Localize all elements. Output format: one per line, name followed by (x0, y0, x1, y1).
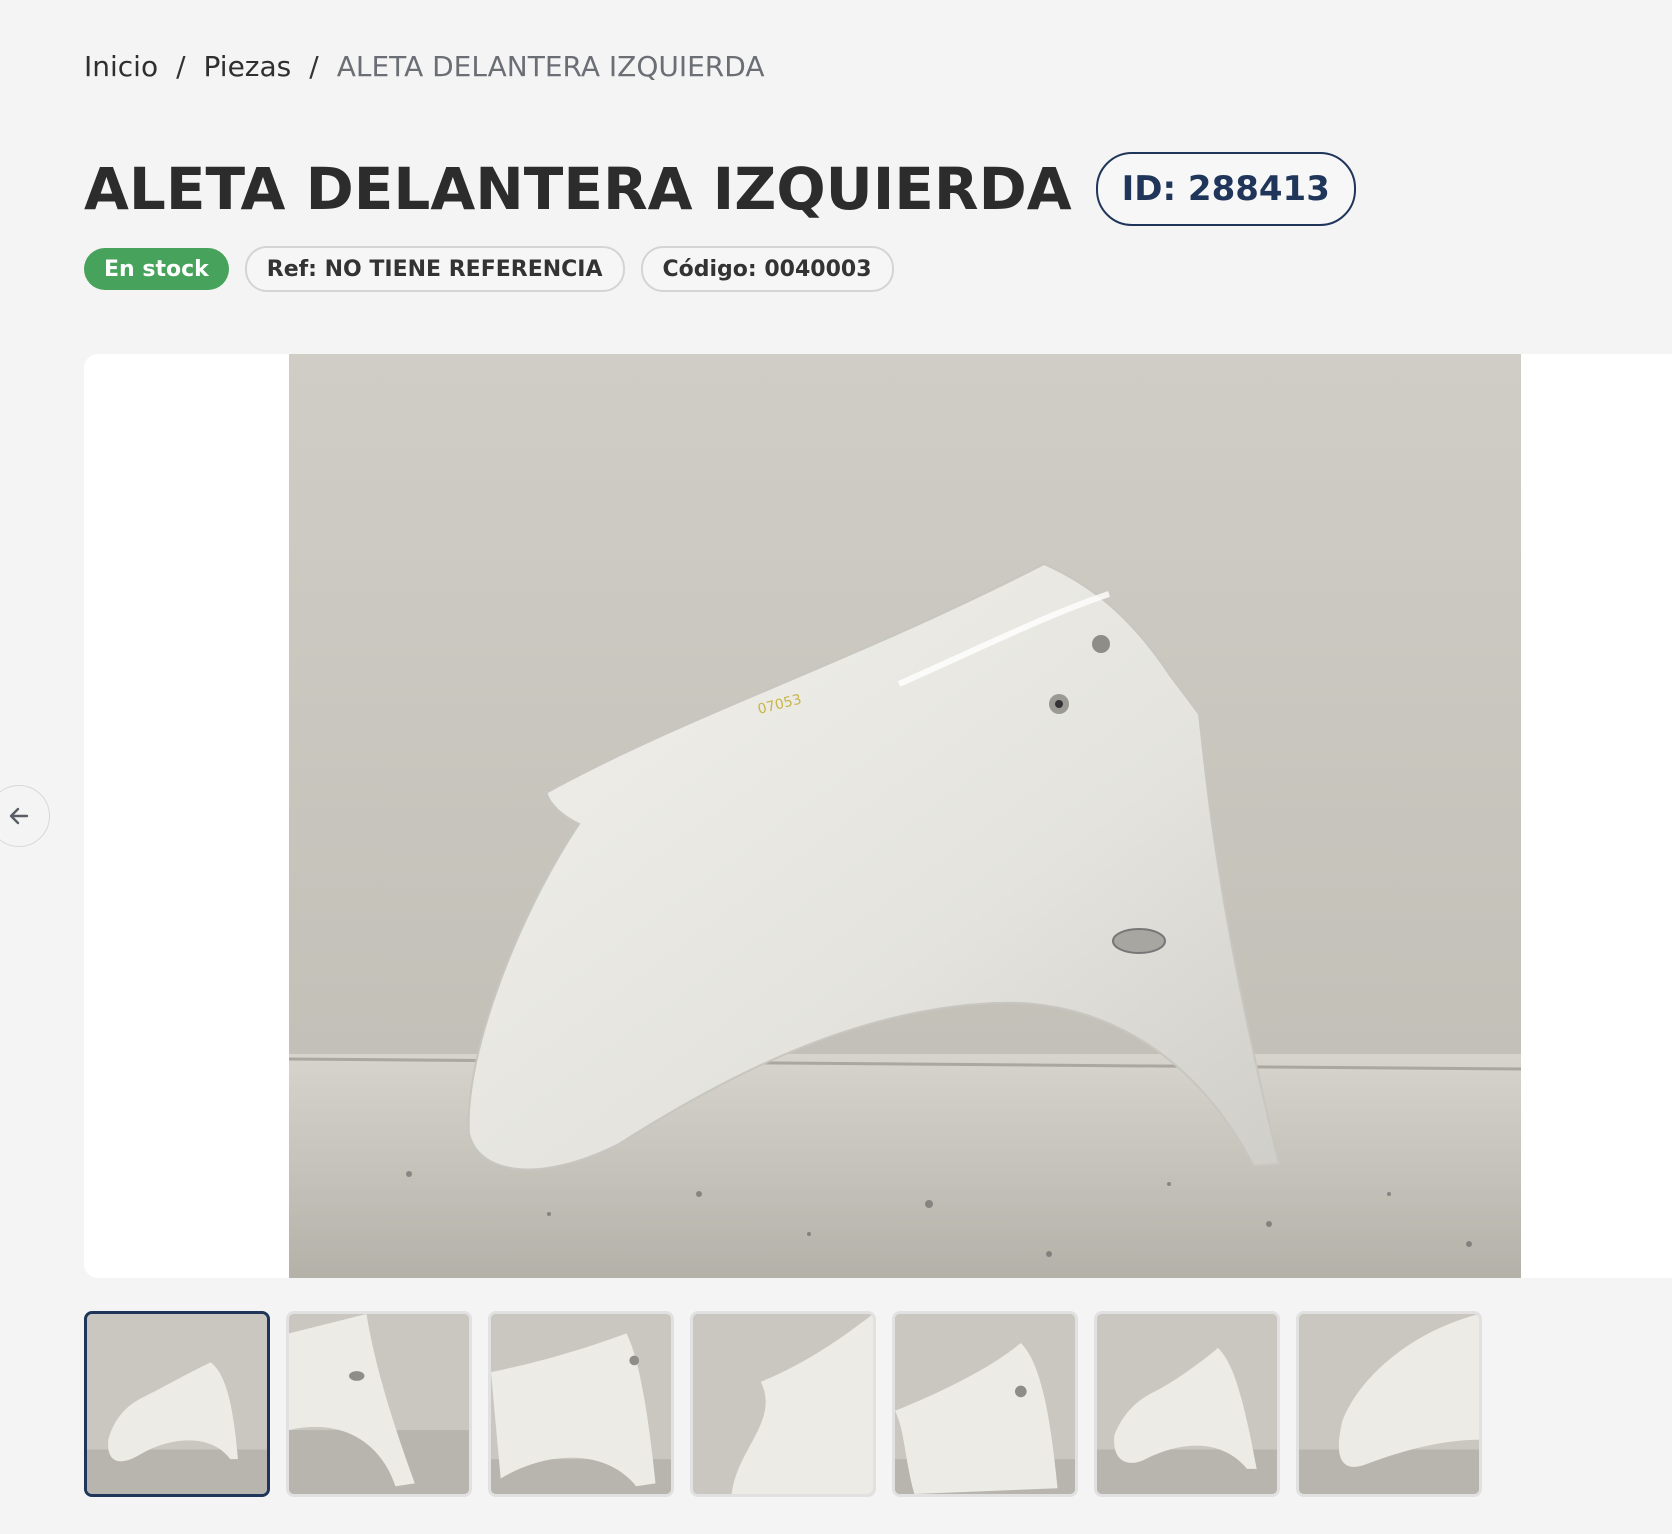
title-row: ALETA DELANTERA IZQUIERDA ID: 288413 (84, 152, 1356, 226)
fender-photo-illustration: 07053 (289, 354, 1521, 1278)
breadcrumb-home-link[interactable]: Inicio (84, 50, 158, 83)
product-badges: En stock Ref: NO TIENE REFERENCIA Código… (84, 246, 894, 292)
thumbnail-4[interactable] (690, 1311, 876, 1497)
thumbnail-image (693, 1314, 873, 1494)
gallery-prev-button[interactable] (0, 785, 50, 847)
thumbnail-image (87, 1314, 267, 1494)
thumbnail-1[interactable] (84, 1311, 270, 1497)
breadcrumb: Inicio / Piezas / ALETA DELANTERA IZQUIE… (84, 50, 764, 83)
product-page: Inicio / Piezas / ALETA DELANTERA IZQUIE… (0, 0, 1672, 1534)
thumbnail-7[interactable] (1296, 1311, 1482, 1497)
stock-badge: En stock (84, 248, 229, 290)
thumbnail-image (289, 1314, 469, 1494)
thumbnail-2[interactable] (286, 1311, 472, 1497)
thumbnail-strip (84, 1311, 1482, 1497)
breadcrumb-separator: / (176, 50, 186, 83)
code-badge: Código: 0040003 (640, 246, 894, 292)
breadcrumb-parts-link[interactable]: Piezas (204, 50, 292, 83)
breadcrumb-separator: / (309, 50, 319, 83)
reference-badge: Ref: NO TIENE REFERENCIA (244, 246, 625, 292)
breadcrumb-current: ALETA DELANTERA IZQUIERDA (336, 50, 765, 83)
thumbnail-6[interactable] (1094, 1311, 1280, 1497)
thumbnail-image (1299, 1314, 1479, 1494)
thumbnail-image (1097, 1314, 1277, 1494)
image-gallery: 07053 (84, 354, 1672, 1278)
thumbnail-5[interactable] (892, 1311, 1078, 1497)
thumbnail-image (895, 1314, 1075, 1494)
main-product-photo[interactable]: 07053 (289, 354, 1521, 1278)
product-id-badge: ID: 288413 (1095, 152, 1356, 226)
thumbnail-3[interactable] (488, 1311, 674, 1497)
arrow-left-icon (9, 807, 29, 825)
page-title: ALETA DELANTERA IZQUIERDA (84, 155, 1072, 223)
thumbnail-image (491, 1314, 671, 1494)
